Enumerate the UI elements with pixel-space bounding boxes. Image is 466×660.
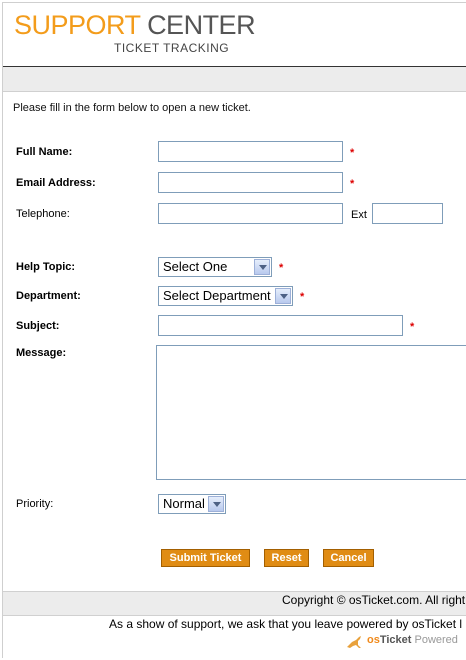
logo-subtitle: TICKET TRACKING [114, 41, 230, 55]
message-textarea[interactable] [156, 345, 466, 480]
priority-selected-value: Normal [163, 496, 205, 511]
subject-required-mark: * [410, 321, 415, 333]
subject-label: Subject: [16, 320, 60, 332]
nav-bar [3, 67, 466, 92]
help-topic-required-mark: * [279, 262, 284, 274]
cancel-button[interactable]: Cancel [323, 549, 374, 567]
help-topic-label: Help Topic: [16, 261, 76, 273]
message-label: Message: [16, 347, 67, 359]
full-name-required-mark: * [350, 147, 355, 159]
email-input[interactable] [158, 172, 343, 193]
chevron-down-icon[interactable] [254, 259, 270, 275]
department-label: Department: [16, 290, 81, 302]
powered-ticket-text: Ticket [379, 634, 412, 646]
submit-ticket-button[interactable]: Submit Ticket [161, 549, 250, 567]
email-label: Email Address: [16, 177, 96, 189]
powered-label: Powered [414, 634, 458, 646]
priority-label: Priority: [16, 498, 54, 510]
department-selected-value: Select Department [163, 288, 271, 303]
chevron-down-icon[interactable] [275, 288, 291, 304]
reset-button[interactable]: Reset [264, 549, 309, 567]
support-note-text: As a show of support, we ask that you le… [109, 617, 463, 631]
ext-input[interactable] [372, 203, 443, 224]
telephone-input[interactable] [158, 203, 343, 224]
help-topic-selected-value: Select One [163, 259, 228, 274]
form-intro-text: Please fill in the form below to open a … [13, 102, 251, 114]
chevron-down-icon[interactable] [208, 496, 224, 512]
full-name-label: Full Name: [16, 146, 73, 158]
copyright-text: Copyright © osTicket.com. All right [282, 593, 466, 607]
ext-label: Ext [351, 209, 367, 221]
department-required-mark: * [300, 291, 305, 303]
subject-input[interactable] [158, 315, 403, 336]
kangaroo-logo-icon [347, 636, 361, 648]
help-topic-select[interactable]: Select One [158, 257, 272, 277]
logo-word-center: CENTER [147, 10, 256, 40]
logo-word-support: SUPPORT [14, 10, 141, 40]
email-required-mark: * [350, 178, 355, 190]
logo-title: SUPPORT CENTER [14, 10, 256, 40]
full-name-input[interactable] [158, 141, 343, 162]
powered-os-text: os [367, 634, 380, 646]
priority-select[interactable]: Normal [158, 494, 226, 514]
powered-by-badge[interactable]: osTicket Powered [367, 634, 458, 646]
department-select[interactable]: Select Department [158, 286, 293, 306]
telephone-label: Telephone: [16, 208, 70, 220]
